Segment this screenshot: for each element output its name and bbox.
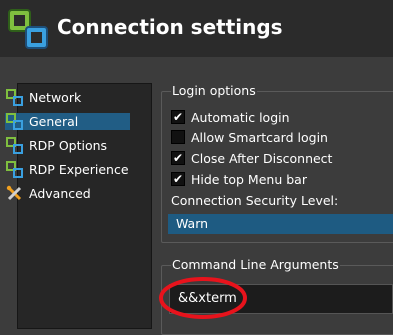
sidebar-item-advanced[interactable]: Advanced bbox=[6, 185, 91, 202]
sidebar-item-label: Advanced bbox=[29, 186, 91, 201]
sidebar-item-label: General bbox=[29, 114, 79, 129]
app-logo-icon bbox=[8, 9, 48, 49]
annotation-ellipse bbox=[159, 277, 247, 319]
checkbox-allow-smartcard-login[interactable]: Allow Smartcard login bbox=[171, 129, 328, 145]
checkbox-label: Hide top Menu bar bbox=[191, 171, 307, 187]
sidebar-item-label: RDP Options bbox=[29, 138, 108, 153]
rdp-options-icon bbox=[6, 137, 23, 154]
sidebar-item-rdp-options[interactable]: RDP Options bbox=[6, 137, 107, 154]
checkbox[interactable] bbox=[171, 130, 185, 144]
command-line-title: Command Line Arguments bbox=[171, 257, 340, 272]
checkbox-hide-top-menu-bar[interactable]: ✔ Hide top Menu bar bbox=[171, 171, 307, 187]
login-options-title: Login options bbox=[171, 83, 257, 98]
sidebar-item-general[interactable]: General bbox=[5, 113, 130, 130]
rdp-experience-icon bbox=[6, 161, 23, 178]
sidebar-item-network[interactable]: Network bbox=[6, 89, 81, 106]
sidebar-item-label: RDP Experience bbox=[29, 162, 129, 177]
security-level-value: Warn bbox=[176, 216, 209, 231]
network-icon bbox=[6, 89, 23, 106]
checkbox-label: Close After Disconnect bbox=[191, 150, 333, 166]
checkbox-label: Automatic login bbox=[191, 109, 290, 125]
header-bar: Connection settings bbox=[0, 0, 393, 57]
checkbox[interactable]: ✔ bbox=[171, 151, 185, 165]
security-level-label: Connection Security Level: bbox=[171, 193, 339, 208]
checkbox-automatic-login[interactable]: ✔ Automatic login bbox=[171, 109, 290, 125]
checkbox-label: Allow Smartcard login bbox=[191, 129, 328, 145]
page-title: Connection settings bbox=[57, 15, 283, 39]
checkbox[interactable]: ✔ bbox=[171, 110, 185, 124]
checkbox-close-after-disconnect[interactable]: ✔ Close After Disconnect bbox=[171, 150, 332, 166]
sidebar-item-label: Network bbox=[29, 90, 82, 105]
general-icon bbox=[6, 113, 23, 130]
tools-icon bbox=[6, 185, 22, 201]
security-level-select[interactable]: Warn bbox=[168, 214, 393, 234]
sidebar-item-rdp-experience[interactable]: RDP Experience bbox=[6, 161, 129, 178]
checkbox[interactable]: ✔ bbox=[171, 172, 185, 186]
